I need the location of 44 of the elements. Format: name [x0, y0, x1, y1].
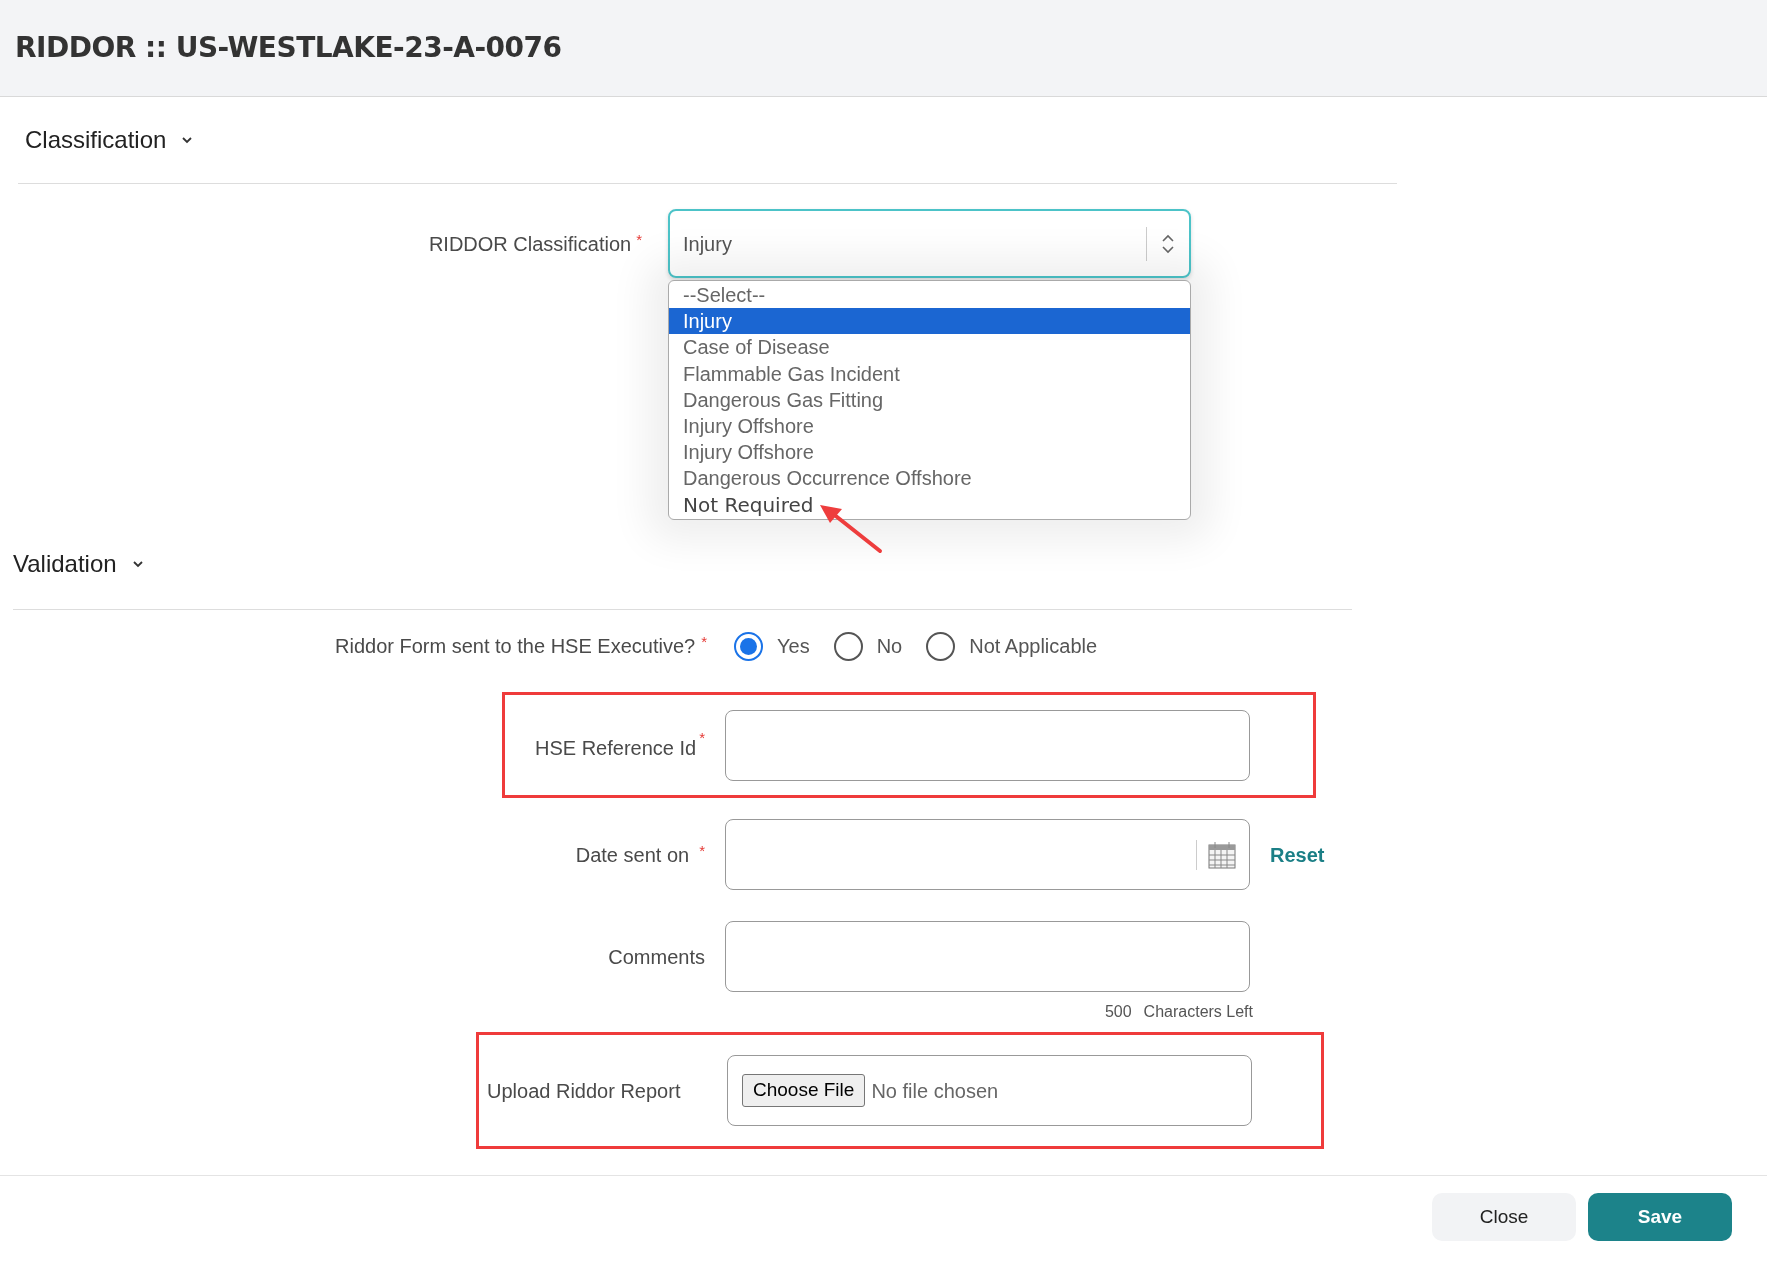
comments-input[interactable]	[725, 921, 1250, 992]
dropdown-option[interactable]: Injury Offshore	[669, 412, 1190, 440]
choose-file-button[interactable]: Choose File	[742, 1074, 866, 1107]
required-asterisk: *	[636, 229, 642, 250]
field-label: HSE Reference Id	[534, 736, 697, 761]
dropdown-option[interactable]: Case of Disease	[669, 334, 1190, 361]
required-asterisk: *	[701, 632, 707, 652]
field-label: RIDDOR Classification	[428, 231, 632, 257]
radio-button[interactable]	[833, 631, 863, 661]
annotation-arrow	[818, 503, 884, 555]
calendar-icon[interactable]	[1207, 839, 1237, 870]
date-input[interactable]	[725, 819, 1250, 890]
classification-select[interactable]: Injury	[668, 209, 1191, 278]
dropdown-option[interactable]: Dangerous Occurrence Offshore	[669, 465, 1190, 492]
close-button[interactable]: Close	[1432, 1193, 1576, 1241]
radio-button[interactable]	[926, 631, 956, 661]
field-label: Upload Riddor Report	[487, 1078, 682, 1104]
hse-reference-input[interactable]	[725, 709, 1250, 781]
file-status: No file chosen	[871, 1078, 999, 1104]
radio-option[interactable]: Not Applicable	[926, 631, 1098, 661]
save-button[interactable]: Save	[1588, 1193, 1732, 1241]
field-label: Comments	[608, 944, 705, 970]
character-count: 500	[1104, 1002, 1132, 1022]
radio-option[interactable]: No	[833, 631, 903, 661]
section-title[interactable]: Validation	[13, 546, 117, 582]
window-title: RIDDOR :: US-WESTLAKE-23-A-0076	[15, 30, 562, 66]
field-label: Riddor Form sent to the HSE Executive?	[335, 634, 696, 659]
required-asterisk: *	[699, 840, 705, 861]
radio-button[interactable]	[734, 631, 763, 661]
dropdown-option[interactable]: --Select--	[669, 282, 1190, 309]
up-down-caret-icon	[1161, 232, 1175, 255]
radio-option[interactable]: Yes	[734, 631, 810, 661]
dropdown-option[interactable]: Not Required	[669, 491, 1190, 518]
required-asterisk: *	[699, 728, 705, 748]
dropdown-option[interactable]: Injury Offshore	[669, 439, 1190, 466]
section-title[interactable]: Classification	[25, 122, 167, 158]
dropdown-option[interactable]: Dangerous Gas Fitting	[669, 386, 1190, 413]
dropdown-option[interactable]: Injury	[669, 308, 1190, 335]
character-count-label: Characters Left	[1143, 1002, 1253, 1022]
select-value: Injury	[683, 231, 733, 257]
field-label: Date sent on	[575, 842, 690, 868]
file-input[interactable]: Choose File No file chosen	[727, 1055, 1252, 1126]
dropdown-option[interactable]: Flammable Gas Incident	[669, 360, 1190, 387]
reset-link[interactable]: Reset	[1270, 839, 1325, 870]
